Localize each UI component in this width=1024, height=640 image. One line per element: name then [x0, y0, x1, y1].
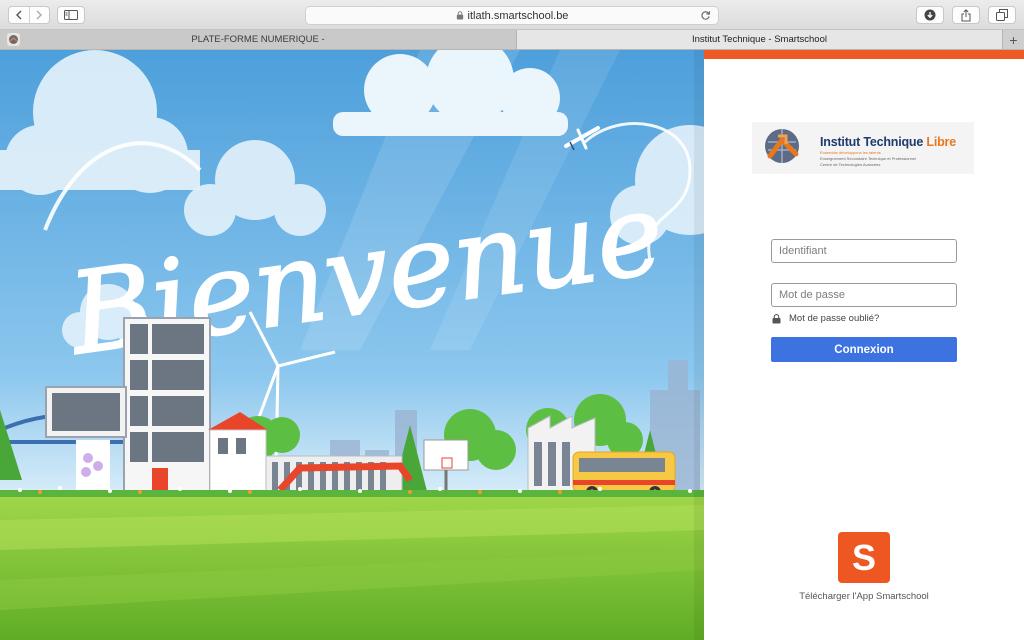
login-button[interactable]: Connexion — [771, 337, 957, 362]
url-text: itlath.smartschool.be — [467, 9, 569, 22]
welcome-illustration: Bienvenue — [0, 50, 704, 640]
chevron-right-icon — [36, 10, 43, 20]
login-panel: Institut Technique Libre Ensemble dévelo… — [704, 50, 1024, 640]
tab-overview-button[interactable] — [988, 6, 1016, 24]
school-logo: Institut Technique Libre Ensemble dévelo… — [752, 122, 974, 174]
tab-smartschool[interactable]: Institut Technique - Smartschool — [517, 30, 1002, 49]
tab-bar: PLATE-FORME NUMERIQUE - Institut Techniq… — [0, 30, 1024, 50]
download-app-link[interactable]: Télécharger l'App Smartschool — [774, 591, 954, 602]
new-tab-button[interactable]: + — [1002, 30, 1024, 49]
school-tower — [123, 317, 211, 497]
chevron-left-icon — [15, 10, 22, 20]
sidebar-icon — [64, 10, 78, 20]
school-name: Institut Technique Libre — [820, 135, 956, 149]
school-line-1: Enseignement Secondaire Technique et Pro… — [820, 156, 916, 161]
lock-icon — [772, 313, 781, 323]
share-button[interactable] — [952, 6, 980, 24]
download-icon — [924, 9, 936, 21]
back-button[interactable] — [9, 7, 29, 23]
tab-label: PLATE-FORME NUMERIQUE - — [191, 34, 325, 45]
downloads-button[interactable] — [916, 6, 944, 24]
share-icon — [961, 8, 971, 21]
school-favicon-icon — [7, 33, 20, 46]
address-bar[interactable]: itlath.smartschool.be — [305, 6, 719, 25]
sidebar-button[interactable] — [57, 6, 85, 24]
school-tagline: Ensemble développons les talents — [820, 150, 881, 155]
browser-toolbar: itlath.smartschool.be — [0, 0, 1024, 30]
smartschool-app-icon[interactable]: S — [838, 532, 890, 583]
username-input[interactable] — [771, 239, 957, 263]
forward-button[interactable] — [28, 7, 50, 23]
school-line-2: Centre de Technologies Avancées — [820, 162, 881, 167]
history-nav — [8, 6, 50, 24]
password-input[interactable] — [771, 283, 957, 307]
tabs-icon — [996, 9, 1008, 21]
forgot-password-link[interactable]: Mot de passe oublié? — [772, 313, 879, 324]
lock-icon — [456, 11, 463, 20]
accent-bar — [704, 50, 1024, 59]
tab-label: Institut Technique - Smartschool — [691, 34, 827, 45]
globe-logo-icon — [765, 129, 799, 163]
tab-plate-forme[interactable]: PLATE-FORME NUMERIQUE - — [0, 30, 517, 49]
reload-icon[interactable] — [700, 10, 711, 21]
forgot-password-label: Mot de passe oublié? — [789, 313, 880, 324]
